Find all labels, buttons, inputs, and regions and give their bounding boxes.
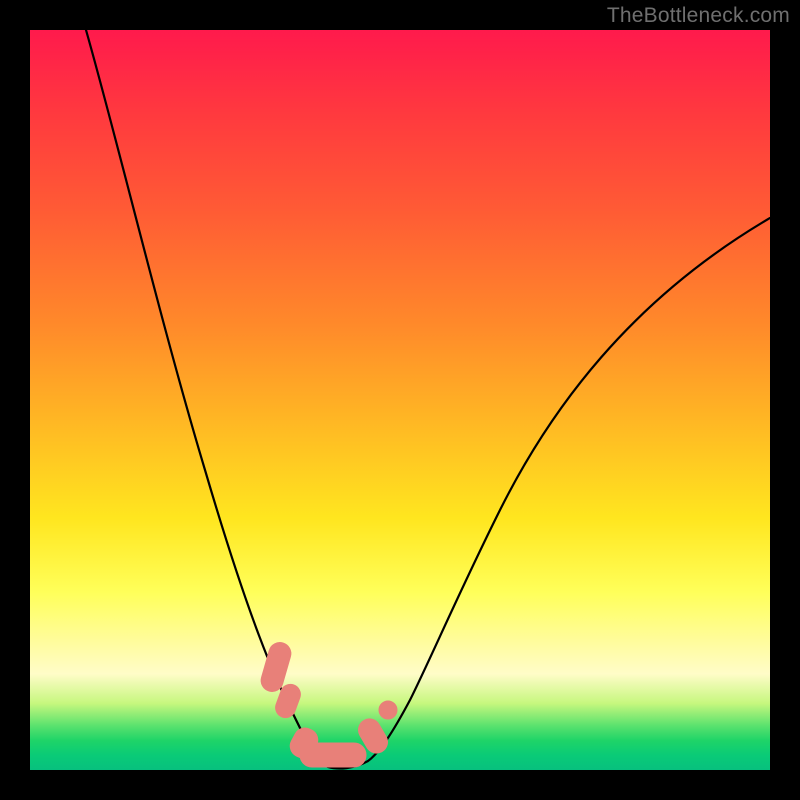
- chart-frame: TheBottleneck.com: [0, 0, 800, 800]
- marker-bottom: [286, 724, 366, 767]
- bottleneck-curve: [86, 30, 770, 769]
- plot-area: [30, 30, 770, 770]
- watermark-text: TheBottleneck.com: [607, 4, 790, 28]
- curve-layer: [30, 30, 770, 770]
- marker-group: [259, 640, 397, 767]
